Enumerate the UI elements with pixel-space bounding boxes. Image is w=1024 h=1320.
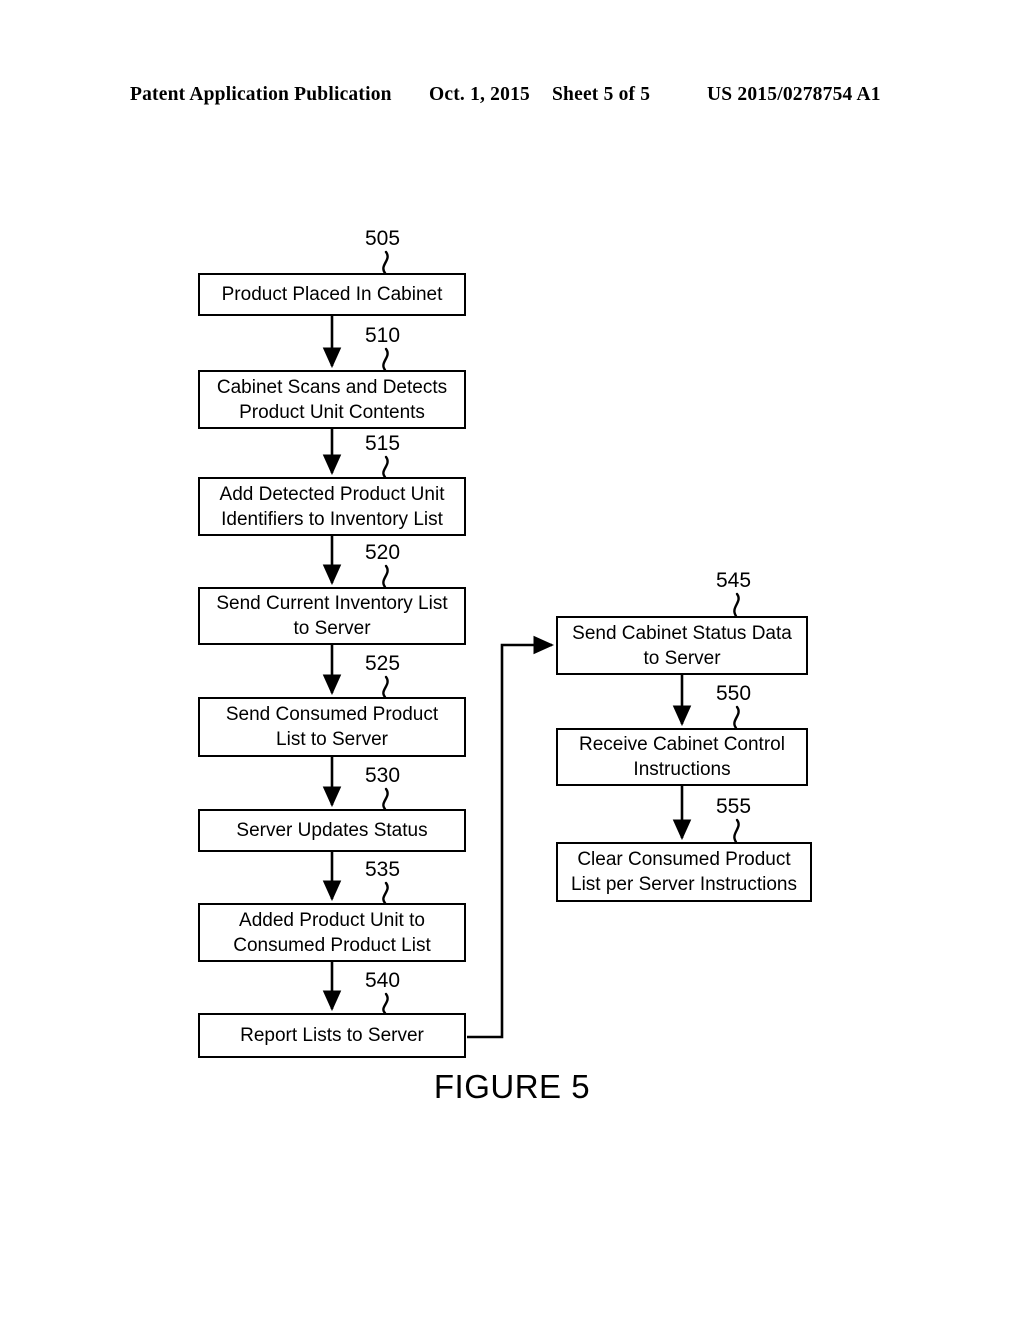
flow-node-510-label: Cabinet Scans and Detects Product Unit C… <box>216 376 448 423</box>
flowchart-figure: Product Placed In Cabinet 505 Cabinet Sc… <box>0 0 1024 1320</box>
ref-numeral-520: 520 <box>365 541 401 564</box>
ref-numeral-550: 550 <box>716 682 752 705</box>
flow-node-510[interactable]: Cabinet Scans and Detects Product Unit C… <box>198 370 466 429</box>
flow-node-530[interactable]: Server Updates Status <box>198 809 466 852</box>
flow-node-545[interactable]: Send Cabinet Status Data to Server <box>556 616 808 675</box>
flow-node-505-label: Product Placed In Cabinet <box>221 284 443 305</box>
flowchart-connectors <box>322 250 740 1039</box>
flow-node-515[interactable]: Add Detected Product Unit Identifiers to… <box>198 477 466 536</box>
ref-numeral-535: 535 <box>365 858 401 881</box>
flow-node-530-label: Server Updates Status <box>236 820 428 841</box>
flow-node-545-label: Send Cabinet Status Data to Server <box>572 622 792 669</box>
flow-node-535-label: Added Product Unit to Consumed Product L… <box>233 909 431 956</box>
ref-numeral-545: 545 <box>716 569 752 592</box>
flow-node-550[interactable]: Receive Cabinet Control Instructions <box>556 728 808 786</box>
flow-node-540-label: Report Lists to Server <box>240 1025 424 1046</box>
flow-node-505[interactable]: Product Placed In Cabinet <box>198 273 466 316</box>
figure-caption: FIGURE 5 <box>433 1068 591 1105</box>
ref-numeral-555: 555 <box>716 795 752 818</box>
flow-node-550-label: Receive Cabinet Control Instructions <box>579 734 785 780</box>
flow-node-525-label: Send Consumed Product List to Server <box>225 704 439 750</box>
flow-node-525[interactable]: Send Consumed Product List to Server <box>198 697 466 757</box>
ref-numeral-505: 505 <box>365 227 401 250</box>
flow-node-555[interactable]: Clear Consumed Product List per Server I… <box>556 842 812 902</box>
ref-numeral-530: 530 <box>365 764 401 787</box>
ref-numeral-510: 510 <box>365 324 401 347</box>
ref-numeral-540: 540 <box>365 969 401 992</box>
flow-node-515-label: Add Detected Product Unit Identifiers to… <box>219 483 445 530</box>
flow-node-535[interactable]: Added Product Unit to Consumed Product L… <box>198 903 466 962</box>
flow-node-540[interactable]: Report Lists to Server <box>198 1013 466 1058</box>
ref-numeral-515: 515 <box>365 432 401 455</box>
flow-node-555-label: Clear Consumed Product List per Server I… <box>571 849 797 895</box>
ref-numeral-525: 525 <box>365 652 401 675</box>
flow-node-520[interactable]: Send Current Inventory List to Server <box>198 587 466 645</box>
flow-node-520-label: Send Current Inventory List to Server <box>216 593 448 639</box>
